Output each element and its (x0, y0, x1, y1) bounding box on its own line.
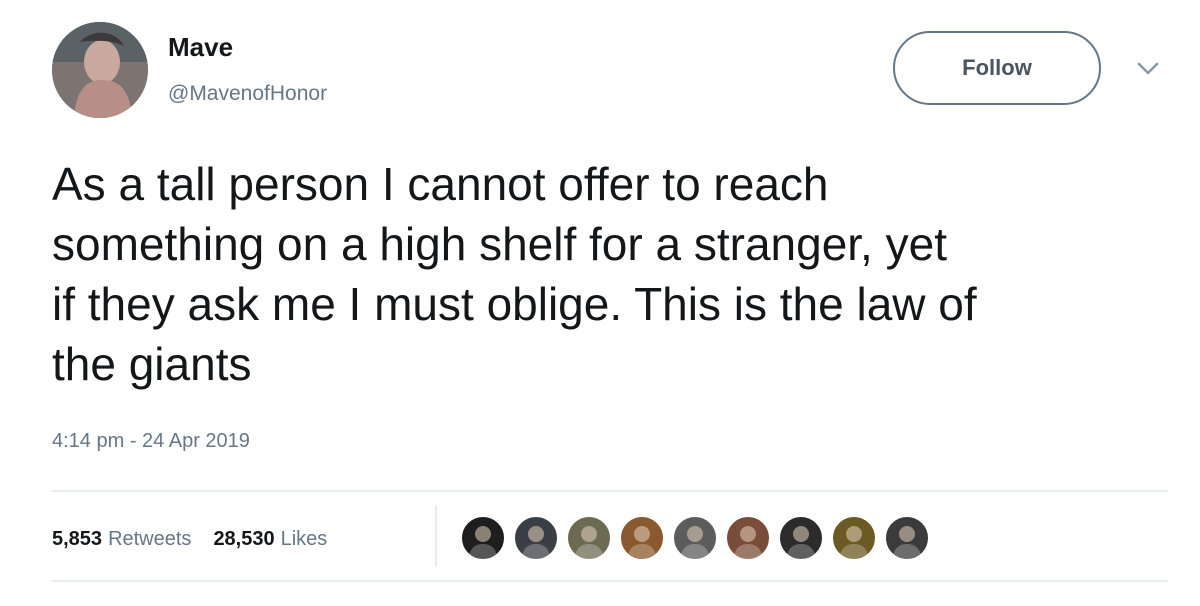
divider (52, 580, 1168, 582)
liker-avatar-3[interactable] (566, 515, 612, 561)
retweets-label: Retweets (108, 528, 192, 550)
liker-avatar-5[interactable] (672, 515, 718, 561)
likes-label: Likes (280, 528, 328, 550)
liker-avatar-2[interactable] (513, 515, 559, 561)
author-handle[interactable]: @MavenofHonor (168, 82, 327, 106)
profile-photo (52, 22, 148, 118)
follow-button[interactable]: Follow (893, 31, 1101, 105)
tweet-text-line: As a tall person I cannot offer to reach (52, 158, 829, 210)
tweet-text-line: something on a high shelf for a stranger… (52, 218, 947, 270)
tweet-text: As a tall person I cannot offer to reach… (52, 154, 1172, 394)
liker-avatar-8[interactable] (831, 515, 877, 561)
retweets-stat[interactable]: 5,853 Retweets (52, 528, 191, 551)
author-display-name[interactable]: Mave (168, 32, 233, 63)
tweet-text-line: if they ask me I must oblige. This is th… (52, 278, 977, 330)
divider (52, 490, 1168, 492)
liker-avatar-9[interactable] (884, 515, 930, 561)
tweet-timestamp[interactable]: 4:14 pm - 24 Apr 2019 (52, 430, 250, 453)
profile-avatar[interactable] (52, 22, 148, 118)
liker-avatar-7[interactable] (778, 515, 824, 561)
liker-avatar-1[interactable] (460, 515, 506, 561)
likes-stat[interactable]: 28,530 Likes (213, 528, 327, 551)
likes-count: 28,530 (213, 528, 275, 550)
liker-avatar-4[interactable] (619, 515, 665, 561)
stats-separator (435, 505, 437, 567)
tweet-text-line: the giants (52, 338, 252, 390)
tweet-stats: 5,853 Retweets 28,530 Likes (52, 528, 327, 551)
liker-avatar-6[interactable] (725, 515, 771, 561)
chevron-down-icon[interactable] (1134, 58, 1162, 78)
retweets-count: 5,853 (52, 528, 103, 550)
